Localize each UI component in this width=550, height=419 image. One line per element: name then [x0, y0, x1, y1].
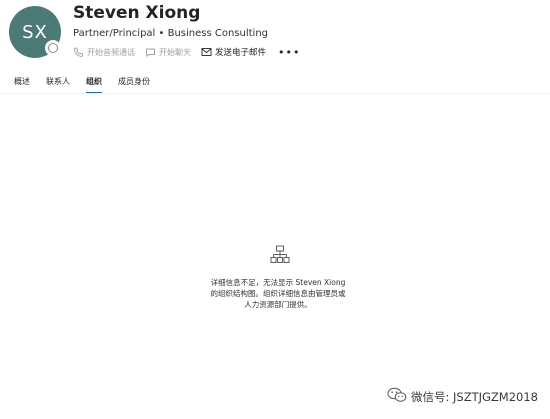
tab-divider	[0, 93, 550, 94]
start-chat-button[interactable]: 开始聊天	[145, 47, 191, 58]
mail-icon	[201, 47, 212, 57]
chat-icon	[145, 47, 156, 58]
start-call-button[interactable]: 开始音频通话	[73, 47, 135, 58]
tab-contacts[interactable]: 联系人	[46, 76, 70, 94]
tab-organization[interactable]: 组织	[86, 76, 102, 94]
profile-name: Steven Xiong	[73, 3, 201, 23]
avatar-initials: SX	[22, 21, 48, 43]
tab-overview[interactable]: 概述	[14, 76, 30, 94]
tab-list: 概述 联系人 组织 成员身份	[14, 76, 166, 94]
phone-icon	[73, 47, 84, 58]
empty-state-line-1: 详细信息不足，无法显示 Steven Xiong	[210, 278, 346, 287]
tab-memberships[interactable]: 成员身份	[118, 76, 150, 94]
send-email-label: 发送电子邮件	[215, 48, 267, 58]
start-call-label: 开始音频通话	[87, 47, 135, 57]
empty-state-line-3: 人力资源部门提供。	[244, 300, 312, 309]
presence-status-icon	[45, 40, 61, 56]
empty-state-message: 详细信息不足，无法显示 Steven Xiong 的组织结构图。组织详细信息由管…	[190, 277, 366, 310]
watermark: 微信号: JSZTJGZM2018	[387, 387, 538, 406]
watermark-text: 微信号: JSZTJGZM2018	[411, 389, 538, 404]
empty-state-line-2: 的组织结构图。组织详细信息由管理员或	[210, 289, 346, 298]
more-options-button[interactable]: •••	[278, 46, 300, 59]
profile-title: Partner/Principal • Business Consulting	[73, 28, 269, 39]
org-chart-icon	[270, 245, 290, 269]
start-chat-label: 开始聊天	[159, 47, 191, 57]
send-email-button[interactable]: 发送电子邮件	[201, 46, 266, 58]
wechat-icon	[387, 387, 407, 406]
profile-actions: 开始音频通话 开始聊天 发送电子邮件 •••	[73, 45, 300, 59]
